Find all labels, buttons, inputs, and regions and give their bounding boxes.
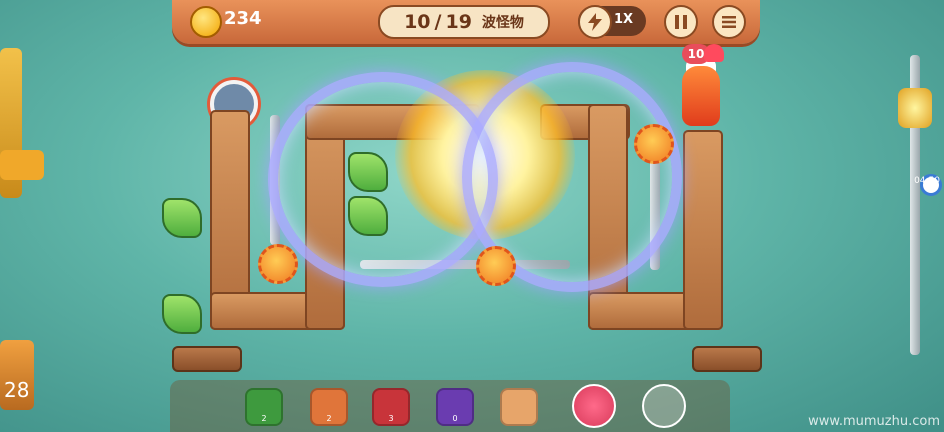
speed-label: 1X (614, 12, 634, 27)
funnel-tower[interactable]: 0 (436, 388, 474, 426)
video-side-time: 04:50 (914, 176, 940, 186)
pause-icon (675, 15, 687, 29)
green-monster[interactable] (162, 198, 202, 238)
watermark: www.mumuzhu.com (808, 414, 940, 429)
add-slot[interactable] (500, 388, 538, 426)
bomb-tower[interactable]: 3 (372, 388, 410, 426)
pause-button[interactable] (664, 5, 698, 39)
sun-monster[interactable] (634, 124, 674, 164)
wall-block (683, 130, 723, 330)
gold-counter: 234 (224, 8, 262, 29)
heart-icon (704, 44, 724, 62)
coin-icon (190, 6, 222, 38)
tower-cost: 0 (452, 414, 458, 423)
wave-indicator: 10 / 19 波怪物 (378, 5, 550, 39)
green-monster[interactable] (162, 294, 202, 334)
tower-cost: 2 (261, 414, 267, 423)
green-monster[interactable] (348, 152, 388, 192)
tower-cost: 3 (388, 414, 394, 423)
wooden-crate[interactable] (692, 346, 762, 372)
wave-separator: / (434, 11, 442, 33)
empty-bubble[interactable] (642, 384, 686, 428)
menu-button[interactable] (712, 5, 746, 39)
green-monster[interactable] (348, 196, 388, 236)
carrot-base[interactable] (682, 66, 720, 126)
video-elapsed: 28 (4, 378, 30, 402)
tower-cost: 2 (326, 414, 332, 423)
crane-hook (0, 150, 44, 180)
game-stage: 234 10 / 19 波怪物 1X 10 04:50 2 2 3 0 28 w… (0, 0, 944, 432)
wave-total: 19 (445, 11, 472, 33)
lamp (898, 88, 932, 128)
pink-egg-icon[interactable] (572, 384, 616, 428)
flag-tower[interactable]: 2 (245, 388, 283, 426)
poop-tower[interactable]: 2 (310, 388, 348, 426)
lightning-icon[interactable] (578, 5, 612, 39)
menu-icon (722, 16, 736, 28)
wave-label: 波怪物 (481, 15, 524, 31)
wave-current: 10 (404, 11, 431, 33)
sun-monster[interactable] (476, 246, 516, 286)
sun-monster[interactable] (258, 244, 298, 284)
wooden-crate[interactable] (172, 346, 242, 372)
